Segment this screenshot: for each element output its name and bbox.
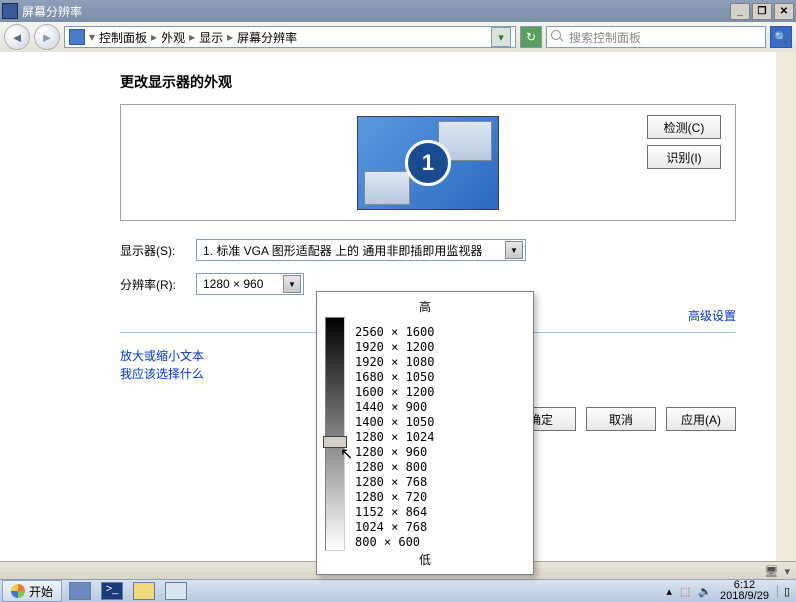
- tray-volume-icon[interactable]: 🔈: [698, 585, 712, 598]
- breadcrumb-item[interactable]: 外观: [161, 29, 185, 46]
- window-titlebar: 屏幕分辨率 _ ❐ ✕: [0, 0, 796, 22]
- explorer-toolbar: ◄ ► ▾ 控制面板▸ 外观▸ 显示▸ 屏幕分辨率 ▾ ↻ 搜索控制面板 🔍: [0, 22, 796, 53]
- slider-thumb[interactable]: [323, 436, 347, 448]
- breadcrumb-dd-icon[interactable]: ▾: [89, 30, 95, 44]
- apply-button[interactable]: 应用(A): [666, 407, 736, 431]
- address-bar[interactable]: ▾ 控制面板▸ 外观▸ 显示▸ 屏幕分辨率 ▾: [64, 26, 516, 48]
- resolution-option[interactable]: 800 × 600: [355, 535, 434, 550]
- maximize-button[interactable]: ❐: [752, 3, 772, 20]
- tray-date[interactable]: 2018/9/29: [720, 591, 769, 602]
- monitor-number: 1: [405, 140, 451, 186]
- vertical-scrollbar[interactable]: [775, 52, 796, 562]
- resolution-option[interactable]: 1280 × 800: [355, 460, 434, 475]
- resolution-option[interactable]: 1600 × 1200: [355, 385, 434, 400]
- slider-high-label: 高: [325, 298, 525, 315]
- window-title: 屏幕分辨率: [22, 3, 82, 20]
- page-title: 更改显示器的外观: [120, 72, 736, 92]
- taskbar-item-explorer[interactable]: [130, 581, 158, 601]
- search-icon: [551, 30, 565, 44]
- resolution-dropdown-panel: 高 2560 × 1600 1920 × 1200 1920 × 1080 16…: [316, 291, 534, 575]
- resolution-option[interactable]: 1280 × 1024: [355, 430, 434, 445]
- chevron-down-icon: ▼: [505, 241, 523, 259]
- search-placeholder: 搜索控制面板: [569, 29, 641, 46]
- resolution-select[interactable]: 1280 × 960 ▼: [196, 273, 304, 295]
- breadcrumb-item[interactable]: 显示: [199, 29, 223, 46]
- start-button[interactable]: 开始: [2, 580, 62, 602]
- start-label: 开始: [29, 583, 53, 600]
- resolution-option[interactable]: 1440 × 900: [355, 400, 434, 415]
- tray-network-icon[interactable]: ⬚: [680, 585, 690, 598]
- taskbar-item-window[interactable]: [162, 581, 190, 601]
- resolution-option[interactable]: 2560 × 1600: [355, 325, 434, 340]
- resolution-list: 2560 × 1600 1920 × 1200 1920 × 1080 1680…: [355, 317, 434, 550]
- breadcrumb-item[interactable]: 屏幕分辨率: [237, 29, 297, 46]
- search-input[interactable]: 搜索控制面板: [546, 26, 766, 48]
- forward-button[interactable]: ►: [34, 24, 60, 50]
- show-desktop-button[interactable]: ▯: [777, 585, 790, 598]
- resolution-option[interactable]: 1280 × 768: [355, 475, 434, 490]
- resolution-option[interactable]: 1152 × 864: [355, 505, 434, 520]
- minimize-button[interactable]: _: [730, 3, 750, 20]
- resolution-option[interactable]: 1400 × 1050: [355, 415, 434, 430]
- system-tray: ▴ ⬚ 🔈 6:12 2018/9/29 ▯: [660, 580, 796, 602]
- chevron-down-icon: ▼: [283, 275, 301, 293]
- status-chevron-icon: ▾: [784, 565, 790, 578]
- control-panel-icon: [69, 29, 85, 45]
- address-dropdown-icon[interactable]: ▾: [491, 27, 511, 47]
- resolution-slider[interactable]: [325, 317, 345, 551]
- display-preview: 1 检测(C) 识别(I): [120, 104, 736, 221]
- cancel-button[interactable]: 取消: [586, 407, 656, 431]
- resolution-option[interactable]: 1024 × 768: [355, 520, 434, 535]
- tray-expand-icon[interactable]: ▴: [666, 585, 672, 598]
- resolution-option[interactable]: 1680 × 1050: [355, 370, 434, 385]
- slider-low-label: 低: [325, 551, 525, 568]
- search-go-button[interactable]: 🔍: [770, 26, 792, 48]
- identify-button[interactable]: 识别(I): [647, 145, 721, 169]
- taskbar-item-server-manager[interactable]: [66, 581, 94, 601]
- resolution-option[interactable]: 1280 × 960: [355, 445, 434, 460]
- taskbar: 开始 >_ ▴ ⬚ 🔈 6:12 2018/9/29 ▯: [0, 579, 796, 602]
- resolution-option[interactable]: 1920 × 1200: [355, 340, 434, 355]
- back-button[interactable]: ◄: [4, 24, 30, 50]
- windows-logo-icon: [11, 584, 25, 598]
- breadcrumb-item[interactable]: 控制面板: [99, 29, 147, 46]
- resolution-option[interactable]: 1920 × 1080: [355, 355, 434, 370]
- help-link[interactable]: 我应该选择什么: [120, 367, 204, 381]
- resolution-value: 1280 × 960: [203, 277, 263, 291]
- display-label: 显示器(S):: [120, 242, 196, 259]
- taskbar-item-powershell[interactable]: >_: [98, 581, 126, 601]
- refresh-button[interactable]: ↻: [520, 26, 542, 48]
- detect-button[interactable]: 检测(C): [647, 115, 721, 139]
- text-size-link[interactable]: 放大或缩小文本: [120, 349, 204, 363]
- monitor-thumbnail[interactable]: 1: [357, 116, 499, 210]
- display-value: 1. 标准 VGA 图形适配器 上的 通用非即插即用监视器: [203, 242, 482, 259]
- display-select[interactable]: 1. 标准 VGA 图形适配器 上的 通用非即插即用监视器 ▼: [196, 239, 526, 261]
- close-button[interactable]: ✕: [774, 3, 794, 20]
- app-icon: [2, 3, 18, 19]
- resolution-option[interactable]: 1280 × 720: [355, 490, 434, 505]
- advanced-settings-link[interactable]: 高级设置: [688, 309, 736, 323]
- status-icon: 🖥: [765, 565, 779, 578]
- resolution-label: 分辨率(R):: [120, 276, 196, 293]
